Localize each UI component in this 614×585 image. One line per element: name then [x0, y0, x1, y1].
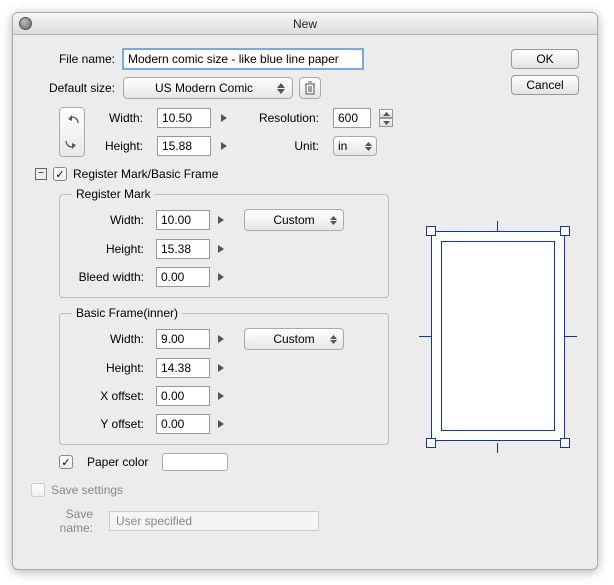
rm-bleed-input[interactable]	[156, 267, 210, 287]
save-name-input	[109, 511, 319, 531]
tick-icon	[497, 221, 498, 231]
paper-color-checkbox[interactable]: ✓	[59, 455, 73, 469]
height-expand-icon[interactable]	[221, 142, 227, 150]
default-size-select[interactable]: US Modern Comic	[123, 77, 293, 99]
basic-frame-group: Basic Frame(inner) Width: Custom Height:…	[59, 306, 389, 445]
tick-icon	[497, 443, 498, 453]
swap-orientation-button[interactable]	[59, 107, 85, 157]
bf-yoff-expand-icon[interactable]	[218, 420, 224, 428]
page-preview	[419, 221, 577, 453]
rm-height-expand-icon[interactable]	[218, 245, 224, 253]
resolution-input[interactable]	[333, 108, 371, 128]
basic-frame-legend: Basic Frame(inner)	[72, 306, 182, 320]
bf-preset-value: Custom	[273, 332, 314, 346]
paper-color-swatch[interactable]	[162, 453, 228, 471]
default-size-label: Default size:	[31, 81, 123, 95]
save-name-label: Save name:	[31, 507, 101, 535]
delete-preset-button[interactable]	[299, 77, 321, 99]
rm-height-label: Height:	[72, 242, 152, 256]
bf-xoff-expand-icon[interactable]	[218, 392, 224, 400]
bf-width-input[interactable]	[156, 329, 210, 349]
chevron-updown-icon	[327, 329, 339, 349]
collapse-toggle[interactable]: −	[35, 168, 47, 180]
resolution-label: Resolution:	[247, 111, 327, 125]
chevron-updown-icon	[274, 78, 288, 98]
bf-width-expand-icon[interactable]	[218, 335, 224, 343]
bf-height-label: Height:	[72, 361, 152, 375]
close-icon[interactable]	[19, 17, 32, 30]
height-input[interactable]	[157, 136, 211, 156]
reg-mark-icon	[560, 438, 570, 448]
rm-width-label: Width:	[72, 213, 152, 227]
bf-yoff-label: Y offset:	[72, 417, 152, 431]
register-frame-checkbox[interactable]: ✓	[53, 167, 67, 181]
rm-preset-select[interactable]: Custom	[244, 209, 344, 231]
reg-mark-icon	[426, 226, 436, 236]
rm-height-input[interactable]	[156, 239, 210, 259]
rm-bleed-expand-icon[interactable]	[218, 273, 224, 281]
save-settings-checkbox[interactable]	[31, 483, 45, 497]
bf-preset-select[interactable]: Custom	[244, 328, 344, 350]
bf-height-input[interactable]	[156, 358, 210, 378]
bf-xoff-label: X offset:	[72, 389, 152, 403]
unit-select[interactable]: in	[333, 136, 377, 156]
width-label: Width:	[95, 111, 151, 125]
cancel-button[interactable]: Cancel	[511, 75, 579, 95]
preview-inner-frame	[441, 241, 555, 431]
bf-width-label: Width:	[72, 332, 152, 346]
bf-height-expand-icon[interactable]	[218, 364, 224, 372]
chevron-updown-icon	[362, 137, 374, 155]
file-name-input[interactable]	[123, 49, 363, 69]
register-frame-label: Register Mark/Basic Frame	[73, 167, 218, 181]
reg-mark-icon	[560, 226, 570, 236]
rotate-icon	[64, 115, 80, 149]
reg-mark-icon	[426, 438, 436, 448]
bf-yoff-input[interactable]	[156, 414, 210, 434]
window-title: New	[293, 17, 317, 31]
titlebar: New	[13, 13, 597, 35]
chevron-updown-icon	[327, 210, 339, 230]
bf-xoff-input[interactable]	[156, 386, 210, 406]
unit-value: in	[338, 139, 347, 153]
tick-icon	[419, 336, 431, 337]
tick-icon	[565, 336, 577, 337]
ok-button[interactable]: OK	[511, 49, 579, 69]
file-name-label: File name:	[31, 52, 123, 66]
register-mark-group: Register Mark Width: Custom Height: Blee…	[59, 187, 389, 298]
rm-width-input[interactable]	[156, 210, 210, 230]
rm-preset-value: Custom	[273, 213, 314, 227]
default-size-value: US Modern Comic	[155, 81, 253, 95]
resolution-stepper[interactable]	[379, 109, 393, 127]
trash-icon	[304, 81, 316, 95]
paper-color-label: Paper color	[87, 455, 148, 469]
unit-label: Unit:	[247, 139, 327, 153]
width-input[interactable]	[157, 108, 211, 128]
new-dialog: New OK Cancel File name: Default size: U…	[12, 12, 598, 570]
height-label: Height:	[95, 139, 151, 153]
save-settings-label: Save settings	[51, 483, 123, 497]
rm-bleed-label: Bleed width:	[72, 270, 152, 284]
rm-width-expand-icon[interactable]	[218, 216, 224, 224]
width-expand-icon[interactable]	[221, 114, 227, 122]
register-mark-legend: Register Mark	[72, 187, 155, 201]
